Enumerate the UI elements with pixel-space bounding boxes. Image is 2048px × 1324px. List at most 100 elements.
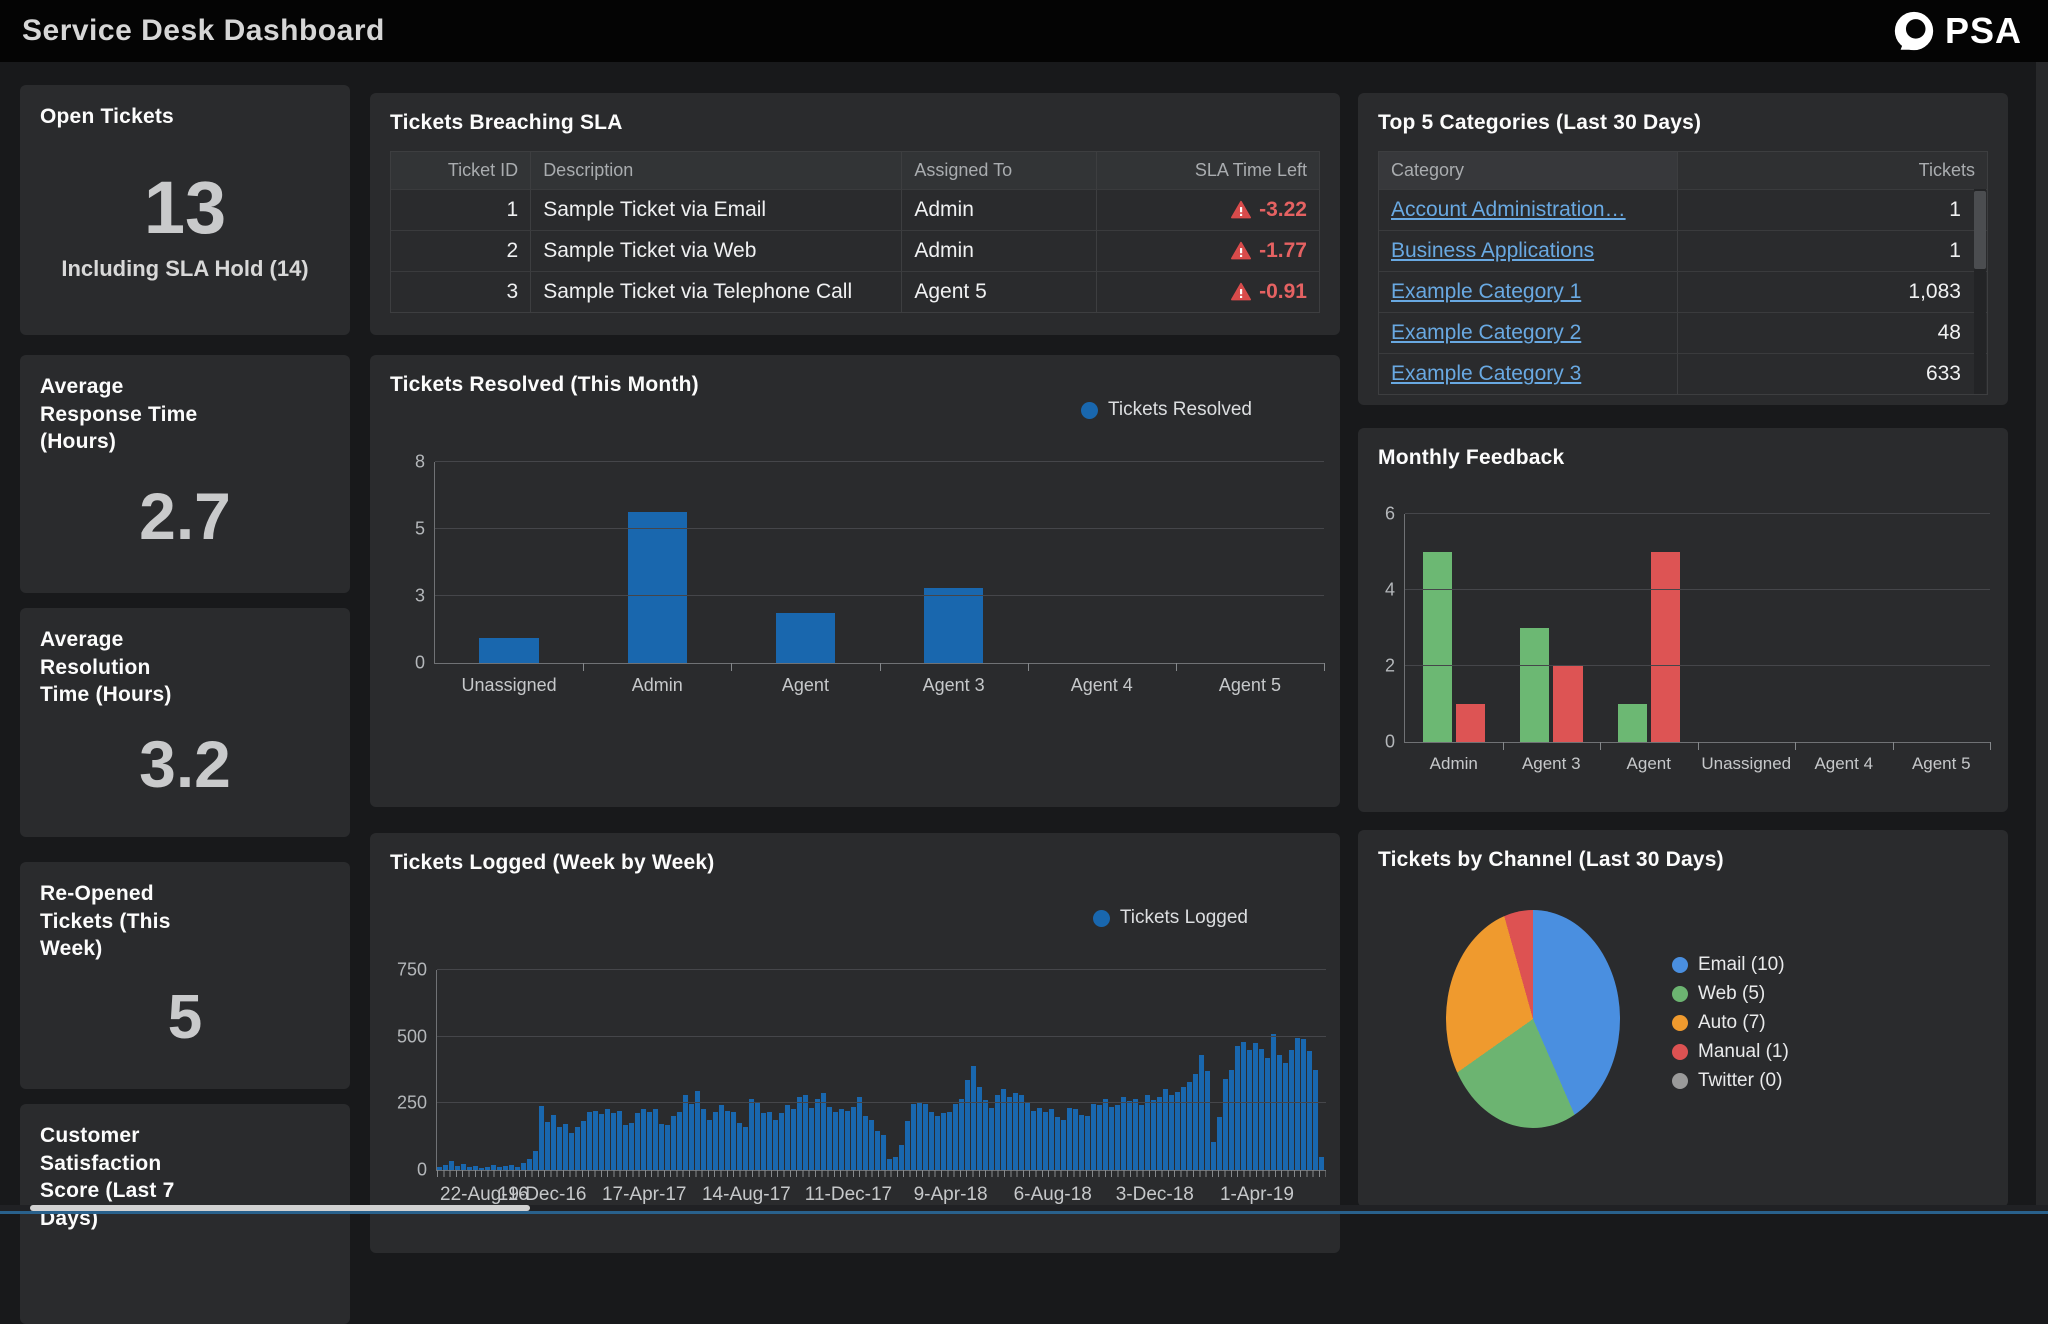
logged-week-bar[interactable] [1301,1039,1306,1170]
logged-week-bar[interactable] [1031,1111,1036,1170]
logged-week-bar[interactable] [677,1112,682,1170]
logged-week-bar[interactable] [965,1080,970,1170]
category-link[interactable]: Example Category 2 [1391,321,1581,345]
logged-week-bar[interactable] [647,1112,652,1170]
feedback-bar-negative[interactable] [1553,666,1582,742]
logged-week-bar[interactable] [1307,1051,1312,1170]
logged-week-bar[interactable] [629,1123,634,1170]
logged-week-bar[interactable] [905,1121,910,1170]
logged-week-bar[interactable] [557,1127,562,1170]
logged-week-bar[interactable] [527,1159,532,1170]
logged-week-bar[interactable] [1223,1079,1228,1170]
logged-week-bar[interactable] [1241,1042,1246,1170]
logged-week-bar[interactable] [947,1112,952,1170]
logged-week-bar[interactable] [689,1104,694,1170]
logged-week-bar[interactable] [869,1120,874,1170]
logged-week-bar[interactable] [1205,1071,1210,1170]
logged-week-bar[interactable] [1127,1101,1132,1170]
logged-week-bar[interactable] [653,1109,658,1170]
logged-week-bar[interactable] [605,1109,610,1170]
logged-week-bar[interactable] [935,1116,940,1170]
logged-week-bar[interactable] [767,1112,772,1170]
category-link[interactable]: Account Administration… [1391,198,1626,222]
pie-legend-item[interactable]: Email (10) [1672,954,1789,976]
logged-week-bar[interactable] [545,1122,550,1170]
logged-week-bar[interactable] [1211,1142,1216,1170]
logged-week-bar[interactable] [1049,1109,1054,1170]
logged-week-bar[interactable] [1145,1095,1150,1170]
logged-week-bar[interactable] [1259,1049,1264,1170]
resolved-bar[interactable] [479,638,538,663]
logged-week-bar[interactable] [665,1125,670,1170]
logged-week-bar[interactable] [737,1123,742,1170]
logged-week-bar[interactable] [1055,1117,1060,1170]
logged-week-bar[interactable] [851,1107,856,1170]
logged-week-bar[interactable] [941,1113,946,1170]
logged-week-bar[interactable] [1085,1116,1090,1170]
logged-week-bar[interactable] [1319,1157,1324,1170]
logged-week-bar[interactable] [731,1112,736,1170]
resolved-bar[interactable] [776,613,835,663]
logged-week-bar[interactable] [1109,1107,1114,1170]
logged-week-bar[interactable] [1289,1050,1294,1170]
logged-week-bar[interactable] [995,1095,1000,1170]
logged-week-bar[interactable] [857,1097,862,1170]
logged-week-bar[interactable] [1151,1100,1156,1170]
feedback-bar-positive[interactable] [1618,704,1647,742]
logged-week-bar[interactable] [761,1113,766,1170]
logged-week-bar[interactable] [911,1104,916,1170]
logged-week-bar[interactable] [575,1127,580,1170]
logged-week-bar[interactable] [1157,1097,1162,1170]
logged-week-bar[interactable] [533,1151,538,1170]
logged-week-bar[interactable] [599,1114,604,1170]
feedback-bar-positive[interactable] [1520,628,1549,742]
logged-week-bar[interactable] [1253,1043,1258,1170]
logged-week-bar[interactable] [875,1131,880,1170]
logged-week-bar[interactable] [779,1113,784,1170]
category-link[interactable]: Example Category 1 [1391,280,1581,304]
logged-week-bar[interactable] [1097,1105,1102,1170]
logged-week-bar[interactable] [713,1112,718,1170]
pie-legend-item[interactable]: Auto (7) [1672,1012,1789,1034]
logged-week-bar[interactable] [539,1106,544,1170]
logged-week-bar[interactable] [1103,1099,1108,1170]
logged-week-bar[interactable] [833,1112,838,1170]
feedback-bar-negative[interactable] [1456,704,1485,742]
logged-week-bar[interactable] [449,1161,454,1170]
chart-legend[interactable]: Tickets Resolved [1081,399,1252,421]
logged-week-bar[interactable] [563,1124,568,1170]
logged-week-bar[interactable] [707,1120,712,1170]
logged-week-bar[interactable] [719,1105,724,1170]
logged-week-bar[interactable] [569,1133,574,1170]
logged-week-bar[interactable] [863,1116,868,1170]
logged-week-bar[interactable] [983,1100,988,1170]
logged-week-bar[interactable] [1091,1104,1096,1170]
logged-week-bar[interactable] [611,1113,616,1170]
logged-week-bar[interactable] [1217,1117,1222,1170]
logged-week-bar[interactable] [821,1093,826,1170]
logged-week-bar[interactable] [899,1145,904,1170]
logged-week-bar[interactable] [845,1111,850,1170]
logged-week-bar[interactable] [1247,1050,1252,1170]
logged-week-bar[interactable] [1277,1055,1282,1170]
logged-week-bar[interactable] [1073,1109,1078,1170]
logged-week-bar[interactable] [671,1116,676,1170]
logged-week-bar[interactable] [959,1099,964,1170]
logged-week-bar[interactable] [791,1109,796,1170]
logged-week-bar[interactable] [989,1108,994,1170]
logged-week-bar[interactable] [1115,1105,1120,1170]
top5-scrollbar-thumb[interactable] [1974,191,1986,269]
logged-week-bar[interactable] [827,1107,832,1170]
vertical-scrollbar[interactable] [2036,62,2048,1214]
logged-week-bar[interactable] [773,1120,778,1170]
logged-week-bar[interactable] [1235,1046,1240,1170]
logged-week-bar[interactable] [521,1163,526,1170]
logged-week-bar[interactable] [1283,1063,1288,1170]
logged-week-bar[interactable] [839,1109,844,1170]
logged-week-bar[interactable] [1169,1095,1174,1170]
logged-week-bar[interactable] [1295,1038,1300,1170]
feedback-bar-negative[interactable] [1651,552,1680,742]
resolved-bar[interactable] [924,588,983,663]
pie-legend-item[interactable]: Web (5) [1672,983,1789,1005]
logged-week-bar[interactable] [1265,1058,1270,1170]
